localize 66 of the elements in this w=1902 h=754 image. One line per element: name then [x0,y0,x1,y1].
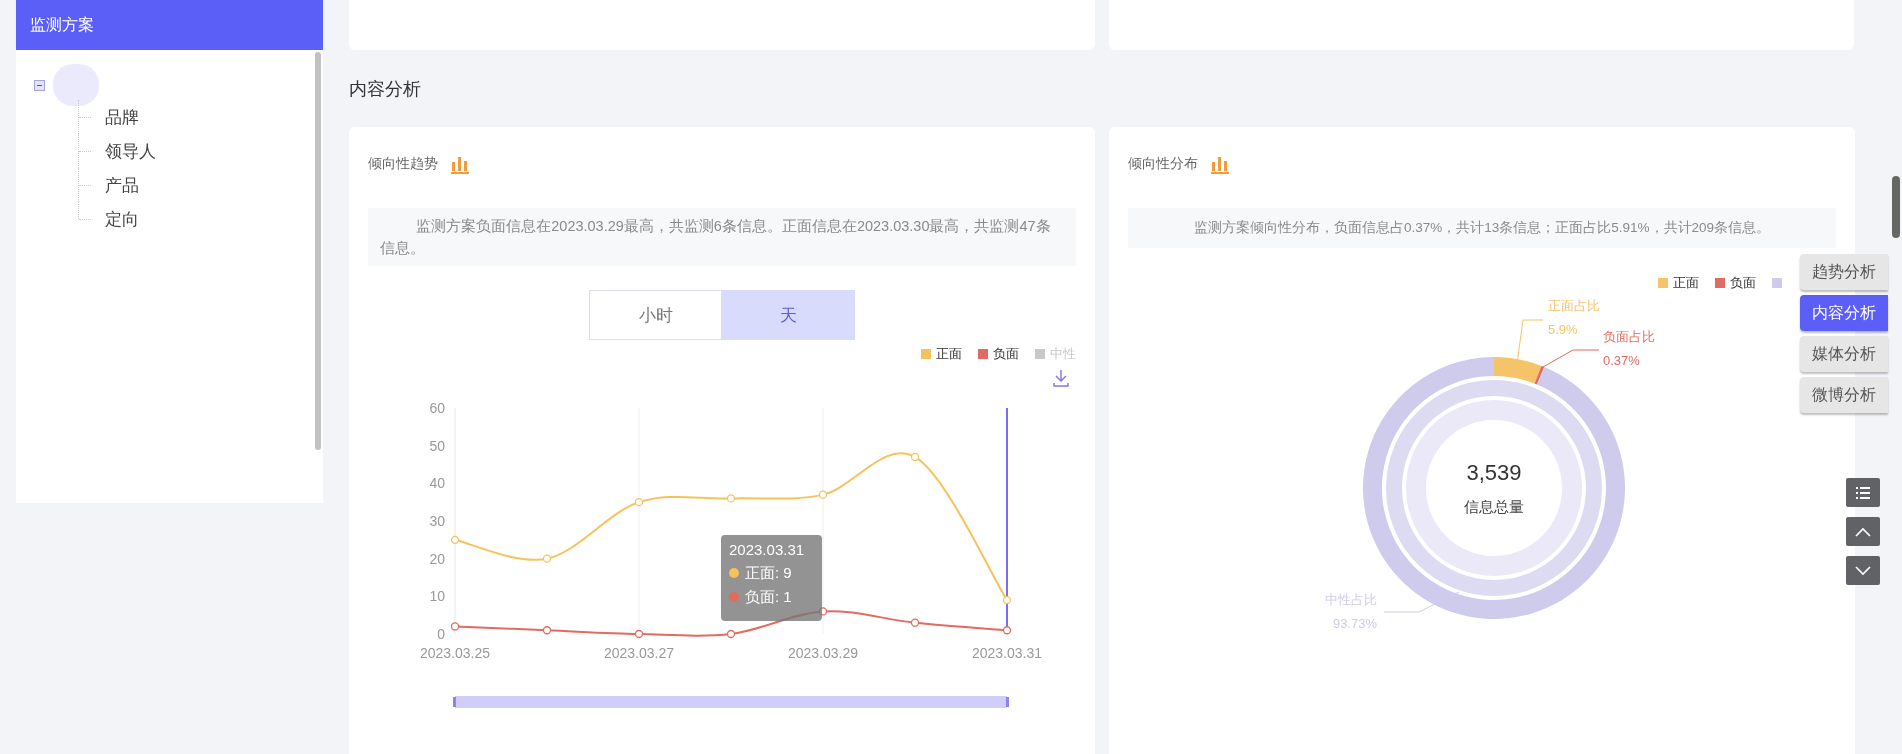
axis-label: 0 [437,626,445,642]
data-point [450,535,460,544]
card-title: 倾向性趋势 [368,155,438,173]
tooltip-title: 2023.03.31 [729,541,806,558]
tree-item[interactable]: 定向 [105,207,139,231]
data-point [1002,626,1012,635]
nav-button[interactable]: 微博分析 [1800,377,1888,413]
bar-chart-icon[interactable] [450,154,470,174]
data-point [634,629,644,639]
axis-label: 40 [429,475,445,492]
slice-value: 5.9% [1548,322,1578,337]
axis-label: 30 [429,513,445,529]
collapse-icon[interactable] [34,79,45,91]
scrollbar[interactable] [1892,176,1900,238]
data-point [910,452,920,462]
total-value: 3,539 [1466,460,1522,485]
data-point [542,626,552,635]
download-icon[interactable] [1053,369,1069,387]
axis-label: 10 [429,588,445,605]
nav-button[interactable]: 媒体分析 [1800,336,1888,372]
tooltip-value: 正面: 9 [745,563,792,583]
axis-label: 20 [429,550,445,567]
list-icon[interactable] [1846,478,1880,507]
data-point [726,494,736,503]
tree-item[interactable]: 品牌 [105,105,139,129]
bar-chart-icon[interactable] [1210,154,1230,174]
nav-button[interactable]: 内容分析 [1800,295,1888,331]
sidebar-header: 监测方案 [16,0,323,50]
legend-item[interactable]: 正面 [921,345,962,363]
axis-label: 2023.03.31 [971,645,1043,661]
tab[interactable]: 小时 [589,290,722,340]
range-slider[interactable] [453,696,1009,708]
axis-label: 2023.03.25 [419,645,491,661]
slice-label: 负面占比 [1603,329,1655,344]
data-point [634,498,644,507]
card-title: 倾向性分布 [1128,155,1198,173]
tree-item[interactable]: 领导人 [105,139,156,163]
data-point [450,622,460,631]
tab[interactable]: 天 [722,290,855,340]
scrollbar[interactable] [315,52,321,450]
axis-label: 50 [429,437,445,454]
donut-slice[interactable] [1534,365,1545,385]
legend-item[interactable]: 正面 [1658,274,1699,292]
data-point [818,490,828,499]
data-point [542,554,552,563]
redacted-label [53,64,99,106]
axis-label: 60 [429,400,445,416]
axis-label: 2023.03.27 [603,645,675,661]
data-point [910,618,920,627]
axis-label: 2023.03.29 [787,645,859,661]
legend-item[interactable]: 负面 [978,345,1019,363]
chevron-up-icon[interactable] [1846,517,1880,546]
chevron-down-icon[interactable] [1846,556,1880,585]
section-title: 内容分析 [349,78,422,101]
nav-button[interactable]: 趋势分析 [1800,254,1888,290]
total-label: 信息总量 [1464,498,1524,515]
tree-item[interactable]: 产品 [105,173,139,197]
data-point [1002,595,1012,605]
data-point [726,629,736,639]
slice-label: 正面占比 [1548,298,1600,313]
legend-item[interactable]: 负面 [1715,274,1756,292]
slice-value: 0.37% [1603,353,1640,368]
summary-text: 监测方案倾向性分布，负面信息占0.37%，共计13条信息；正面占比5.91%，共计209条信息。 [1128,208,1836,248]
summary-text: 监测方案负面信息在2023.03.29最高，共监测6条信息。正面信息在2023.03.30最高，共监测47条信息。 [368,208,1076,266]
donut-slice[interactable] [1494,357,1542,384]
tooltip-value: 负面: 1 [745,587,792,607]
